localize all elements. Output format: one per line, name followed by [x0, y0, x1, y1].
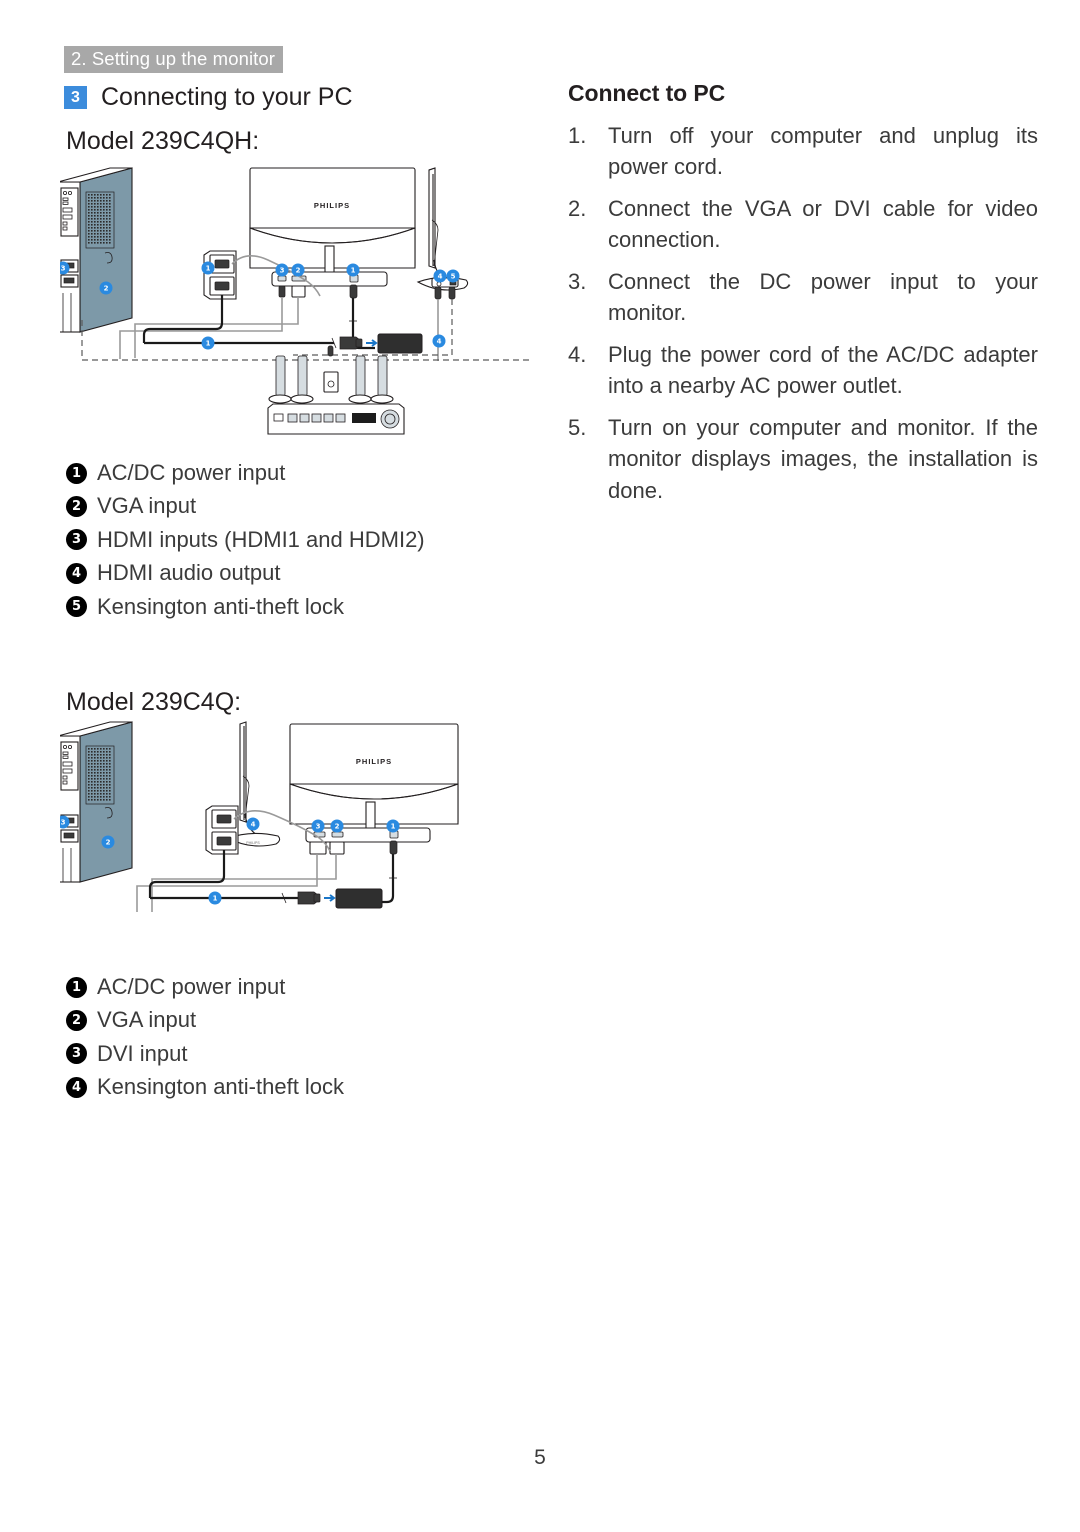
legend-label-2: VGA input: [97, 493, 197, 519]
step-5: 5. Turn on your computer and monitor. If…: [568, 412, 1038, 506]
svg-text:2: 2: [106, 839, 111, 847]
svg-text:PHILIPS: PHILIPS: [246, 841, 260, 845]
chapter-title-bar: 2. Setting up the monitor: [64, 46, 284, 73]
svg-text:3: 3: [316, 823, 321, 831]
svg-text:2: 2: [104, 285, 109, 293]
step-4-text: Plug the power cord of the AC/DC adapter…: [608, 341, 1038, 399]
figure-connection-diagram-239c4q: .b-ln { fill:none; stroke:#231f20; strok…: [56, 718, 530, 963]
step-2-text: Connect the VGA or DVI cable for video c…: [608, 195, 1038, 253]
legend2-bullet-2: 2: [66, 1010, 87, 1032]
svg-text:1: 1: [206, 265, 211, 273]
legend2-label-2: VGA input: [97, 1007, 197, 1033]
legend-item: 1 AC/DC power input: [66, 974, 344, 1000]
svg-text:3: 3: [280, 267, 285, 275]
step-2-number: 2.: [568, 195, 587, 221]
step-1-number: 1.: [568, 123, 587, 148]
legend-239c4qh: 1 AC/DC power input 2 VGA input 3 HDMI i…: [66, 460, 425, 627]
legend-label-5: Kensington anti-theft lock: [97, 593, 345, 619]
step-1: 1. Turn off your computer and unplug its…: [568, 120, 1038, 183]
svg-text:4: 4: [438, 273, 443, 281]
legend2-bullet-4: 4: [66, 1076, 87, 1098]
legend-item: 4 HDMI audio output: [66, 560, 425, 586]
section-title: Connecting to your PC: [101, 83, 353, 111]
svg-text:5: 5: [451, 273, 456, 281]
svg-text:PHILIPS: PHILIPS: [314, 201, 350, 210]
legend-item: 2 VGA input: [66, 493, 425, 519]
step-5-text: Turn on your computer and monitor. If th…: [608, 414, 1038, 503]
svg-text:2: 2: [335, 823, 340, 831]
legend-bullet-4: 4: [66, 562, 87, 584]
svg-text:1: 1: [391, 823, 396, 831]
svg-text:1: 1: [351, 267, 356, 275]
legend-item: 1 AC/DC power input: [66, 460, 425, 486]
svg-text:1: 1: [206, 340, 211, 348]
model-label-239c4qh: Model 239C4QH:: [66, 127, 260, 155]
legend-item: 4 Kensington anti-theft lock: [66, 1074, 344, 1100]
legend2-label-1: AC/DC power input: [97, 974, 286, 999]
svg-text:3: 3: [61, 819, 66, 827]
svg-text:1: 1: [213, 895, 218, 903]
legend-bullet-5: 5: [66, 596, 87, 618]
legend-item: 5 Kensington anti-theft lock: [66, 594, 425, 620]
legend2-label-4: Kensington anti-theft lock: [97, 1074, 345, 1100]
step-4-number: 4.: [568, 341, 587, 367]
section-number-badge: 3: [64, 86, 87, 109]
legend-label-1: AC/DC power input: [97, 460, 286, 485]
legend-bullet-2: 2: [66, 496, 87, 518]
step-5-number: 5.: [568, 414, 587, 440]
svg-text:4: 4: [437, 338, 442, 346]
step-2: 2. Connect the VGA or DVI cable for vide…: [568, 193, 1038, 256]
document-page: 2. Setting up the monitor 3 Connecting t…: [0, 0, 1080, 1532]
legend-bullet-1: 1: [66, 462, 87, 484]
legend-bullet-3: 3: [66, 529, 87, 551]
legend-item: 3 HDMI inputs (HDMI1 and HDMI2): [66, 527, 425, 553]
model-label-239c4q: Model 239C4Q:: [66, 688, 242, 716]
legend-239c4q: 1 AC/DC power input 2 VGA input 3 DVI in…: [66, 974, 344, 1108]
svg-text:4: 4: [251, 821, 256, 829]
legend-item: 3 DVI input: [66, 1041, 344, 1067]
step-3: 3. Connect the DC power input to your mo…: [568, 266, 1038, 329]
figure-connection-diagram-239c4qh: .ln { fill:none; stroke:#231f20; stroke-…: [56, 160, 530, 465]
section-heading: 3 Connecting to your PC: [64, 82, 353, 113]
legend2-label-3: DVI input: [97, 1040, 188, 1066]
svg-text:PHILIPS: PHILIPS: [356, 757, 392, 766]
step-3-number: 3.: [568, 268, 587, 294]
step-1-text: Turn off your computer and unplug its po…: [608, 123, 1038, 180]
step-4: 4. Plug the power cord of the AC/DC adap…: [568, 339, 1038, 402]
legend-label-3: HDMI inputs (HDMI1 and HDMI2): [97, 526, 425, 552]
legend2-bullet-3: 3: [66, 1043, 87, 1065]
connect-to-pc-section: Connect to PC 1. Turn off your computer …: [568, 80, 1038, 516]
connect-to-pc-heading: Connect to PC: [568, 80, 726, 106]
legend-item: 2 VGA input: [66, 1007, 344, 1033]
svg-text:3: 3: [61, 265, 66, 273]
svg-text:2: 2: [296, 267, 301, 275]
step-3-text: Connect the DC power input to your monit…: [608, 268, 1038, 326]
legend2-bullet-1: 1: [66, 976, 87, 998]
legend-label-4: HDMI audio output: [97, 560, 281, 586]
page-number: 5: [534, 1446, 546, 1469]
